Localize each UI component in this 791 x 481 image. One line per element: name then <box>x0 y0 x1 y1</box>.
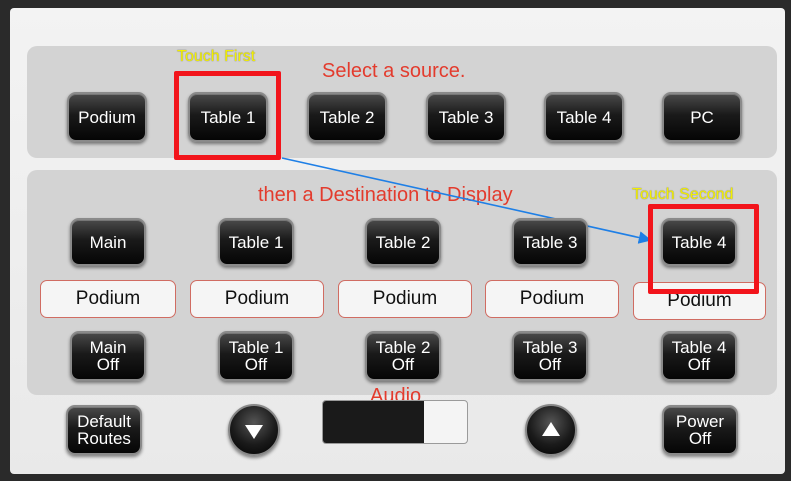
source-button-pc[interactable]: PC <box>662 92 742 142</box>
destination-button-table-1[interactable]: Table 1 <box>218 218 294 266</box>
audio-level-meter[interactable] <box>322 400 468 444</box>
touch-first-highlight <box>174 71 281 160</box>
audio-level-fill <box>323 401 424 443</box>
triangle-down-icon <box>245 424 263 439</box>
off-button-main[interactable]: Main Off <box>70 331 146 381</box>
source-button-table-4[interactable]: Table 4 <box>544 92 624 142</box>
volume-up-button[interactable] <box>525 404 577 456</box>
touch-first-annotation: Touch First <box>177 48 256 65</box>
destination-source-label-table-2: Podium <box>338 280 472 318</box>
destination-source-label-main: Podium <box>40 280 176 318</box>
source-heading: Select a source. <box>322 60 466 82</box>
touch-second-annotation: Touch Second <box>632 186 734 203</box>
destination-heading: then a Destination to Display <box>258 184 513 206</box>
destination-button-table-2[interactable]: Table 2 <box>365 218 441 266</box>
off-button-table-2[interactable]: Table 2 Off <box>365 331 441 381</box>
default-routes-button[interactable]: Default Routes <box>66 405 142 455</box>
destination-source-label-table-1: Podium <box>190 280 324 318</box>
off-button-table-3[interactable]: Table 3 Off <box>512 331 588 381</box>
source-button-table-2[interactable]: Table 2 <box>307 92 387 142</box>
off-button-table-1[interactable]: Table 1 Off <box>218 331 294 381</box>
source-button-podium[interactable]: Podium <box>67 92 147 142</box>
touch-second-highlight <box>648 204 759 294</box>
off-button-table-4[interactable]: Table 4 Off <box>661 331 737 381</box>
destination-source-label-table-3: Podium <box>485 280 619 318</box>
triangle-up-icon <box>542 421 560 436</box>
volume-down-button[interactable] <box>228 404 280 456</box>
destination-button-main[interactable]: Main <box>70 218 146 266</box>
source-button-table-3[interactable]: Table 3 <box>426 92 506 142</box>
power-off-button[interactable]: Power Off <box>662 405 738 455</box>
destination-button-table-3[interactable]: Table 3 <box>512 218 588 266</box>
